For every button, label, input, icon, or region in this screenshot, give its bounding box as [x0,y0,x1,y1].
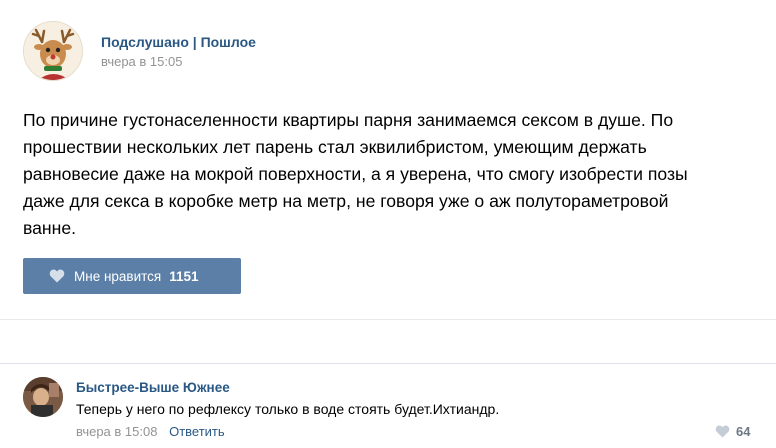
comment-timestamp[interactable]: вчера в 15:08 [76,424,157,439]
comment-like-count: 64 [736,423,751,439]
comment-author-name[interactable]: Быстрее-Выше Южнее [76,380,230,395]
comment-author-avatar[interactable] [23,377,63,417]
heart-icon [49,269,65,283]
heart-icon [715,424,730,438]
post-author-name[interactable]: Подслушано | Пошлое [101,34,256,50]
post-timestamp[interactable]: вчера в 15:05 [101,54,182,69]
comment-text: Теперь у него по рефлексу только в воде … [76,401,500,417]
divider [0,319,776,320]
comment-meta: вчера в 15:08 Ответить [76,424,225,439]
like-count: 1151 [169,268,199,284]
divider [0,363,776,364]
deer-avatar-icon [24,22,82,80]
user-photo-icon [23,377,63,417]
comment-like-button[interactable]: 64 [715,423,750,439]
reply-link[interactable]: Ответить [169,424,225,439]
like-label: Мне нравится [74,268,162,284]
like-button[interactable]: Мне нравится 1151 [23,258,241,294]
post-author-avatar[interactable] [23,21,83,81]
post-text: По причине густонаселенности квартиры па… [23,110,688,238]
